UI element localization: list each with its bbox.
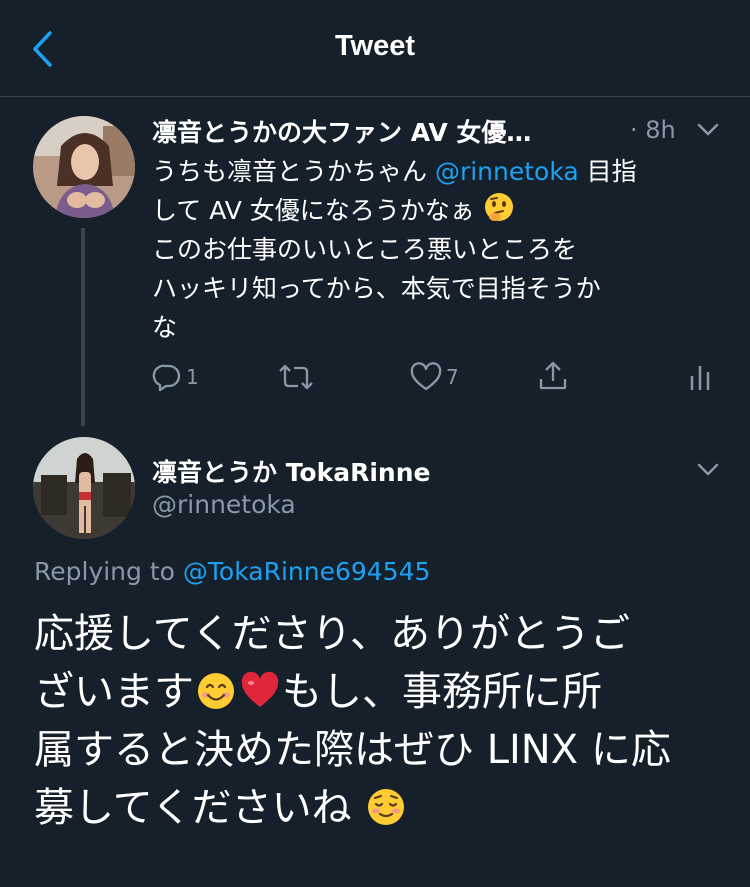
share-icon — [539, 361, 567, 390]
tweet1-display-name[interactable]: 凛音とうかの大ファン AV 女優… — [152, 113, 612, 149]
tweet1-timestamp: · 8h — [630, 116, 676, 144]
smiling-face-emoji — [198, 673, 234, 709]
tweet2-handle[interactable]: @rinnetoka — [152, 490, 296, 519]
reply-count: 1 — [186, 365, 199, 389]
red-heart-emoji — [241, 671, 279, 707]
tweet2-display-name[interactable]: 凛音とうか TokaRinne — [152, 453, 430, 489]
like-count: 7 — [446, 365, 459, 389]
avatar[interactable] — [33, 437, 135, 539]
relieved-smile-emoji — [368, 789, 405, 825]
retweet-button[interactable] — [278, 362, 318, 392]
tweet1-text: うちも凛音とうかちゃん @rinnetoka 目指 して AV 女優になろうかな… — [152, 157, 637, 342]
share-button[interactable] — [538, 360, 568, 392]
thinking-face-emoji — [484, 193, 513, 221]
avatar[interactable] — [33, 116, 135, 218]
analytics-button[interactable] — [688, 362, 712, 392]
mention-link[interactable]: @rinnetoka — [435, 157, 579, 186]
tweet1-action-bar: 1 7 — [0, 356, 750, 400]
reply-button[interactable]: 1 — [152, 362, 199, 392]
chevron-down-icon[interactable] — [696, 462, 720, 478]
like-icon — [410, 362, 442, 391]
replying-to-link[interactable]: @TokaRinne694545 — [183, 557, 431, 586]
retweet-icon — [279, 364, 313, 390]
tweet2-text: 応援してくださり、ありがとうご ざいます もし、事務所に所 属すると決めた際はぜひ… — [34, 611, 671, 831]
like-button[interactable]: 7 — [410, 362, 459, 392]
replying-to: Replying to @TokaRinne694545 — [34, 557, 431, 586]
chevron-down-icon[interactable] — [696, 122, 720, 138]
page-title: Tweet — [334, 30, 416, 62]
top-bar: Tweet — [0, 0, 750, 97]
analytics-icon — [690, 366, 710, 390]
reply-icon — [152, 364, 181, 392]
